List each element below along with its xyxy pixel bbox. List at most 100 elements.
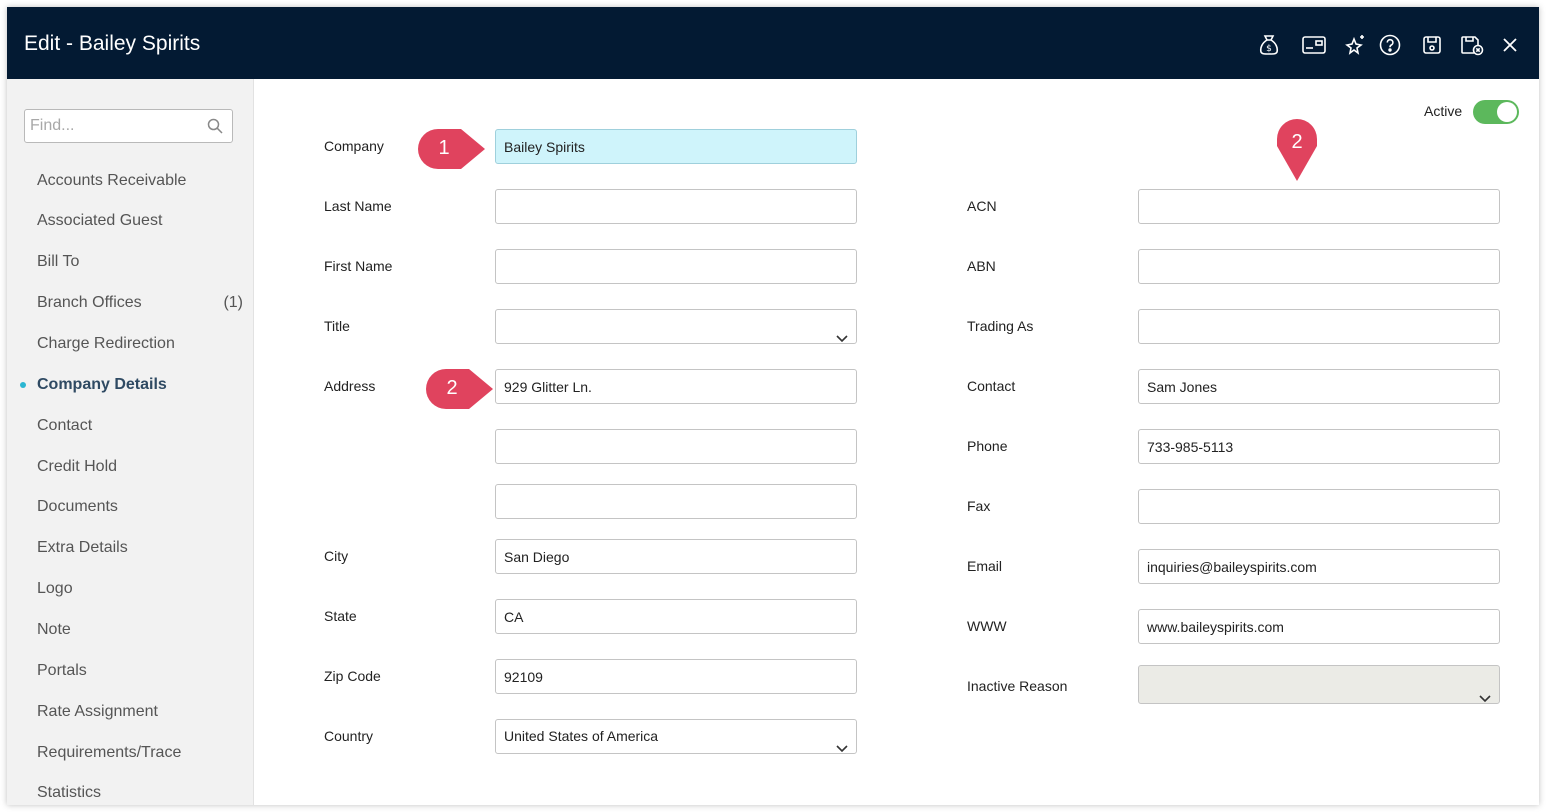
sidebar-item-contact[interactable]: Contact xyxy=(37,417,247,435)
sidebar-item-label: Charge Redirection xyxy=(37,335,175,352)
city-label: City xyxy=(324,548,349,564)
sidebar-item-branch-offices[interactable]: Branch Offices (1) xyxy=(37,294,247,312)
trading-as-field[interactable] xyxy=(1138,309,1500,344)
sidebar-item-charge-redirection[interactable]: Charge Redirection xyxy=(37,335,247,353)
chevron-down-icon xyxy=(836,322,848,355)
contact-field[interactable] xyxy=(1138,369,1500,404)
sparkle-star-icon[interactable] xyxy=(1343,33,1369,57)
abn-label: ABN xyxy=(967,258,996,274)
www-label: WWW xyxy=(967,618,1007,634)
email-field[interactable] xyxy=(1138,549,1500,584)
last-name-field[interactable] xyxy=(495,189,857,224)
contact-label: Contact xyxy=(967,378,1016,394)
zip-code-label: Zip Code xyxy=(324,668,381,684)
sidebar-item-credit-hold[interactable]: Credit Hold xyxy=(37,458,247,476)
phone-label: Phone xyxy=(967,438,1008,454)
callout-2-pin-number: 2 xyxy=(1291,131,1303,153)
state-label: State xyxy=(324,608,357,624)
sidebar-item-company-details[interactable]: Company Details xyxy=(37,376,247,394)
callout-1-number: 1 xyxy=(438,137,450,159)
sidebar-item-requirements-trace[interactable]: Requirements/Trace xyxy=(37,744,247,762)
sidebar-item-label: Company Details xyxy=(37,376,167,393)
email-label: Email xyxy=(967,558,1003,574)
active-toggle[interactable] xyxy=(1473,100,1519,124)
inactive-reason-select[interactable] xyxy=(1138,665,1500,704)
sidebar-item-associated-guest[interactable]: Associated Guest xyxy=(37,212,247,230)
save-close-icon[interactable] xyxy=(1459,33,1485,57)
phone-field[interactable] xyxy=(1138,429,1500,464)
inactive-reason-label: Inactive Reason xyxy=(967,678,1068,694)
sidebar-item-label: Contact xyxy=(37,417,93,434)
chevron-down-icon xyxy=(836,732,848,765)
close-icon[interactable] xyxy=(1497,33,1523,57)
www-field[interactable] xyxy=(1138,609,1500,644)
state-field[interactable] xyxy=(495,599,857,634)
country-select[interactable]: United States of America xyxy=(495,719,857,754)
sidebar-item-documents[interactable]: Documents xyxy=(37,498,247,516)
first-name-label: First Name xyxy=(324,258,393,274)
callout-2-number: 2 xyxy=(446,377,458,399)
callout-marker-2-pin: 2 xyxy=(1276,118,1318,182)
find-box xyxy=(24,109,233,143)
save-icon[interactable] xyxy=(1419,33,1445,57)
sidebar-item-statistics[interactable]: Statistics xyxy=(37,784,247,802)
last-name-label: Last Name xyxy=(324,198,392,214)
search-icon[interactable] xyxy=(207,118,223,139)
sidebar-item-label: Logo xyxy=(37,580,73,597)
sidebar-item-label: Accounts Receivable xyxy=(37,172,187,189)
help-icon[interactable] xyxy=(1377,33,1403,57)
country-select-value: United States of America xyxy=(504,728,659,744)
callout-marker-1: 1 xyxy=(417,128,487,170)
company-field[interactable] xyxy=(495,129,857,164)
sidebar-item-accounts-receivable[interactable]: Accounts Receivable xyxy=(37,172,247,190)
callout-marker-2-address: 2 xyxy=(425,368,495,410)
sidebar-item-logo[interactable]: Logo xyxy=(37,580,247,598)
sidebar-item-portals[interactable]: Portals xyxy=(37,662,247,680)
sidebar-item-rate-assignment[interactable]: Rate Assignment xyxy=(37,703,247,721)
chevron-down-icon xyxy=(1479,680,1491,717)
sidebar-item-label: Rate Assignment xyxy=(37,703,158,720)
sidebar-item-label: Extra Details xyxy=(37,539,128,556)
title-label: Title xyxy=(324,318,350,334)
edit-company-window: Edit - Bailey Spirits $ Ac xyxy=(7,7,1539,805)
card-icon[interactable] xyxy=(1301,33,1327,57)
acn-field[interactable] xyxy=(1138,189,1500,224)
address-label: Address xyxy=(324,378,376,394)
acn-label: ACN xyxy=(967,198,997,214)
address-line2-field[interactable] xyxy=(495,429,857,464)
city-field[interactable] xyxy=(495,539,857,574)
sidebar: Accounts Receivable Associated Guest Bil… xyxy=(7,79,254,805)
company-label: Company xyxy=(324,138,384,154)
trading-as-label: Trading As xyxy=(967,318,1034,334)
abn-field[interactable] xyxy=(1138,249,1500,284)
branch-offices-count: (1) xyxy=(223,294,243,311)
sidebar-item-label: Requirements/Trace xyxy=(37,744,182,761)
title-select[interactable] xyxy=(495,309,857,344)
sidebar-item-extra-details[interactable]: Extra Details xyxy=(37,539,247,557)
sidebar-item-label: Portals xyxy=(37,662,87,679)
country-label: Country xyxy=(324,728,374,744)
fax-label: Fax xyxy=(967,498,991,514)
zip-code-field[interactable] xyxy=(495,659,857,694)
sidebar-item-label: Credit Hold xyxy=(37,458,118,475)
first-name-field[interactable] xyxy=(495,249,857,284)
sidebar-item-label: Statistics xyxy=(37,784,102,801)
address-line3-field[interactable] xyxy=(495,484,857,519)
sidebar-item-bill-to[interactable]: Bill To xyxy=(37,253,247,271)
toggle-knob xyxy=(1497,102,1517,122)
money-bag-icon[interactable]: $ xyxy=(1256,33,1282,57)
active-label: Active xyxy=(1424,103,1463,119)
window-title: Edit - Bailey Spirits xyxy=(24,32,201,55)
title-bar: Edit - Bailey Spirits $ xyxy=(7,7,1539,79)
find-input[interactable] xyxy=(30,115,200,137)
sidebar-item-note[interactable]: Note xyxy=(37,621,247,639)
sidebar-item-label: Branch Offices xyxy=(37,294,142,311)
active-indicator-dot xyxy=(20,382,26,388)
sidebar-item-label: Note xyxy=(37,621,71,638)
svg-text:$: $ xyxy=(1266,44,1272,54)
sidebar-item-label: Documents xyxy=(37,498,118,515)
fax-field[interactable] xyxy=(1138,489,1500,524)
sidebar-item-label: Associated Guest xyxy=(37,212,163,229)
address-line1-field[interactable] xyxy=(495,369,857,404)
sidebar-item-label: Bill To xyxy=(37,253,80,270)
